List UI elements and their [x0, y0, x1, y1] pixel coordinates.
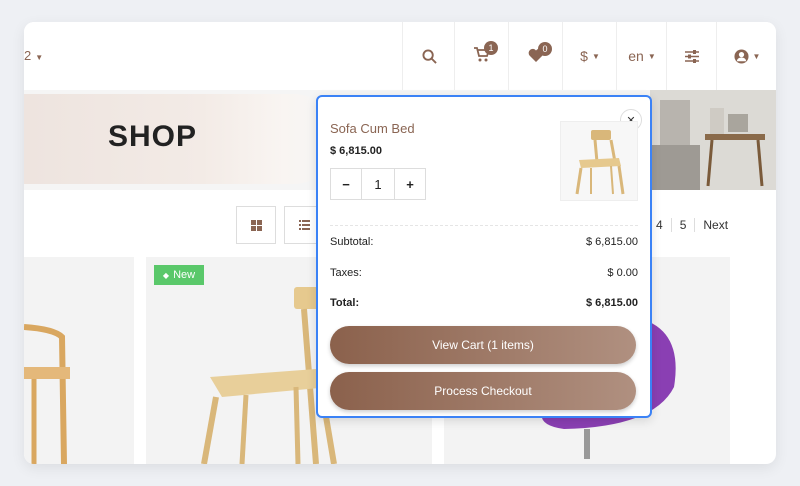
app-frame: 2 ▼ 1 0 $ ▼ en ▼ ▼ SHOP 4 5 Next ◆ New S… [24, 22, 776, 464]
wishlist-button[interactable]: 0 [508, 22, 563, 90]
tag-icon: ◆ [162, 270, 170, 280]
next-page-link[interactable]: Next [694, 218, 736, 232]
pagination: 4 5 Next [648, 218, 736, 232]
chevron-down-icon: ▼ [752, 51, 761, 61]
cart-product-name[interactable]: Sofa Cum Bed [330, 121, 415, 136]
language-label: en [628, 48, 644, 64]
taxes-value: $ 0.00 [607, 267, 638, 279]
language-dropdown[interactable]: en ▼ [616, 22, 667, 90]
settings-button[interactable] [666, 22, 717, 90]
wishlist-count-badge: 0 [538, 41, 552, 56]
currency-label: $ [580, 48, 588, 64]
new-badge-label: New [173, 269, 196, 281]
subtotal-label: Subtotal: [330, 236, 374, 248]
total-row: Total: $ 6,815.00 [330, 297, 638, 309]
mini-cart-popup: ✕ Sofa Cum Bed $ 6,815.00 − 1 + Subtotal… [316, 95, 652, 418]
top-navigation: 2 ▼ 1 0 $ ▼ en ▼ ▼ [24, 22, 776, 91]
sliders-icon [685, 49, 699, 63]
product-card[interactable] [24, 257, 134, 464]
chair-thumbnail-image [575, 130, 625, 195]
quantity-input[interactable]: 1 [361, 169, 395, 199]
search-button[interactable] [402, 22, 455, 90]
room-illustration [650, 90, 776, 190]
cart-product-price: $ 6,815.00 [330, 145, 382, 157]
subtotal-value: $ 6,815.00 [586, 236, 638, 248]
chevron-down-icon: ▼ [35, 53, 44, 62]
new-badge: ◆ New [154, 265, 204, 285]
taxes-row: Taxes: $ 0.00 [330, 267, 638, 279]
list-icon [298, 220, 310, 230]
chevron-down-icon: ▼ [591, 51, 600, 61]
total-value: $ 6,815.00 [586, 297, 638, 309]
user-icon [734, 48, 749, 64]
left-dropdown[interactable]: 2 ▼ [24, 48, 43, 63]
process-checkout-button[interactable]: Process Checkout [330, 372, 636, 410]
divider [330, 225, 638, 226]
increase-quantity-button[interactable]: + [395, 169, 425, 199]
account-dropdown[interactable]: ▼ [716, 22, 776, 90]
page-link-5[interactable]: 5 [670, 218, 695, 232]
subtotal-row: Subtotal: $ 6,815.00 [330, 236, 638, 248]
search-icon [421, 48, 437, 64]
chevron-down-icon: ▼ [647, 51, 656, 61]
page-title: SHOP [108, 120, 198, 153]
cart-product-thumbnail[interactable] [560, 121, 638, 201]
chair-image [24, 324, 70, 464]
taxes-label: Taxes: [330, 267, 362, 279]
view-cart-button[interactable]: View Cart (1 items) [330, 326, 636, 364]
grid-icon [250, 219, 262, 231]
cart-count-badge: 1 [484, 41, 498, 55]
grid-view-button[interactable] [236, 206, 276, 244]
left-dropdown-label: 2 [24, 48, 32, 63]
currency-dropdown[interactable]: $ ▼ [562, 22, 617, 90]
quantity-stepper: − 1 + [330, 168, 426, 200]
decrease-quantity-button[interactable]: − [331, 169, 361, 199]
banner-room-image [650, 90, 776, 190]
cart-button[interactable]: 1 [454, 22, 509, 90]
total-label: Total: [330, 297, 360, 309]
